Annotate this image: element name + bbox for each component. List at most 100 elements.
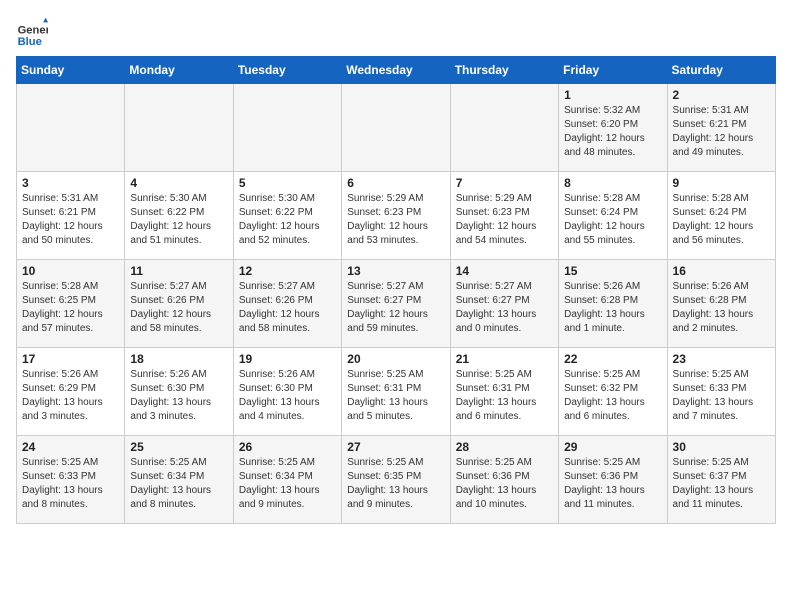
day-number: 15	[564, 264, 661, 278]
day-number: 16	[673, 264, 770, 278]
calendar-cell-w3d1: 18 Sunrise: 5:26 AM Sunset: 6:30 PM Dayli…	[125, 348, 233, 436]
day-number: 27	[347, 440, 444, 454]
calendar-cell-w1d1: 4 Sunrise: 5:30 AM Sunset: 6:22 PM Daylig…	[125, 172, 233, 260]
day-number: 30	[673, 440, 770, 454]
day-info: Sunrise: 5:26 AM Sunset: 6:30 PM Dayligh…	[130, 368, 227, 424]
calendar-cell-w2d1: 11 Sunrise: 5:27 AM Sunset: 6:26 PM Dayli…	[125, 260, 233, 348]
day-number: 20	[347, 352, 444, 366]
day-number: 4	[130, 176, 227, 190]
weekday-header-monday: Monday	[125, 57, 233, 84]
day-number: 14	[456, 264, 553, 278]
weekday-header-saturday: Saturday	[667, 57, 775, 84]
calendar-cell-w1d5: 8 Sunrise: 5:28 AM Sunset: 6:24 PM Daylig…	[559, 172, 667, 260]
calendar-cell-w4d1: 25 Sunrise: 5:25 AM Sunset: 6:34 PM Dayli…	[125, 436, 233, 524]
day-info: Sunrise: 5:25 AM Sunset: 6:37 PM Dayligh…	[673, 456, 770, 512]
day-number: 19	[239, 352, 336, 366]
calendar-cell-w0d1	[125, 84, 233, 172]
calendar-cell-w1d3: 6 Sunrise: 5:29 AM Sunset: 6:23 PM Daylig…	[342, 172, 450, 260]
calendar-cell-w0d2	[233, 84, 341, 172]
day-info: Sunrise: 5:30 AM Sunset: 6:22 PM Dayligh…	[130, 192, 227, 248]
calendar-cell-w3d0: 17 Sunrise: 5:26 AM Sunset: 6:29 PM Dayli…	[17, 348, 125, 436]
calendar-cell-w3d3: 20 Sunrise: 5:25 AM Sunset: 6:31 PM Dayli…	[342, 348, 450, 436]
calendar-cell-w0d4	[450, 84, 558, 172]
calendar-cell-w2d4: 14 Sunrise: 5:27 AM Sunset: 6:27 PM Dayli…	[450, 260, 558, 348]
day-number: 29	[564, 440, 661, 454]
svg-text:General: General	[18, 25, 48, 37]
day-info: Sunrise: 5:25 AM Sunset: 6:34 PM Dayligh…	[130, 456, 227, 512]
day-info: Sunrise: 5:25 AM Sunset: 6:33 PM Dayligh…	[673, 368, 770, 424]
calendar-cell-w1d2: 5 Sunrise: 5:30 AM Sunset: 6:22 PM Daylig…	[233, 172, 341, 260]
day-number: 24	[22, 440, 119, 454]
day-number: 8	[564, 176, 661, 190]
calendar-cell-w2d0: 10Sunrise: 5:28 AM Sunset: 6:25 PM Dayli…	[17, 260, 125, 348]
day-number: 2	[673, 88, 770, 102]
calendar-cell-w4d5: 29 Sunrise: 5:25 AM Sunset: 6:36 PM Dayli…	[559, 436, 667, 524]
calendar-cell-w0d0	[17, 84, 125, 172]
weekday-header-thursday: Thursday	[450, 57, 558, 84]
weekday-header-friday: Friday	[559, 57, 667, 84]
day-number: 3	[22, 176, 119, 190]
day-info: Sunrise: 5:25 AM Sunset: 6:36 PM Dayligh…	[564, 456, 661, 512]
day-info: Sunrise: 5:26 AM Sunset: 6:29 PM Dayligh…	[22, 368, 119, 424]
calendar-cell-w4d0: 24 Sunrise: 5:25 AM Sunset: 6:33 PM Dayli…	[17, 436, 125, 524]
day-number: 22	[564, 352, 661, 366]
header: General Blue	[16, 16, 776, 48]
day-number: 17	[22, 352, 119, 366]
day-info: Sunrise: 5:25 AM Sunset: 6:35 PM Dayligh…	[347, 456, 444, 512]
calendar-cell-w4d3: 27 Sunrise: 5:25 AM Sunset: 6:35 PM Dayli…	[342, 436, 450, 524]
day-info: Sunrise: 5:25 AM Sunset: 6:36 PM Dayligh…	[456, 456, 553, 512]
weekday-header-wednesday: Wednesday	[342, 57, 450, 84]
calendar-cell-w0d3	[342, 84, 450, 172]
calendar-cell-w4d6: 30 Sunrise: 5:25 AM Sunset: 6:37 PM Dayli…	[667, 436, 775, 524]
day-info: Sunrise: 5:27 AM Sunset: 6:27 PM Dayligh…	[347, 280, 444, 336]
day-number: 26	[239, 440, 336, 454]
weekday-header-tuesday: Tuesday	[233, 57, 341, 84]
day-info: Sunrise: 5:27 AM Sunset: 6:26 PM Dayligh…	[239, 280, 336, 336]
svg-text:Blue: Blue	[18, 36, 42, 48]
calendar-cell-w0d6: 2Sunrise: 5:31 AM Sunset: 6:21 PM Daylig…	[667, 84, 775, 172]
day-number: 11	[130, 264, 227, 278]
day-number: 28	[456, 440, 553, 454]
calendar-cell-w3d4: 21Sunrise: 5:25 AM Sunset: 6:31 PM Dayli…	[450, 348, 558, 436]
day-info: Sunrise: 5:26 AM Sunset: 6:28 PM Dayligh…	[673, 280, 770, 336]
day-number: 25	[130, 440, 227, 454]
calendar-table: SundayMondayTuesdayWednesdayThursdayFrid…	[16, 56, 776, 524]
day-info: Sunrise: 5:32 AM Sunset: 6:20 PM Dayligh…	[564, 104, 661, 160]
day-number: 12	[239, 264, 336, 278]
calendar-cell-w2d5: 15Sunrise: 5:26 AM Sunset: 6:28 PM Dayli…	[559, 260, 667, 348]
calendar-cell-w3d2: 19 Sunrise: 5:26 AM Sunset: 6:30 PM Dayli…	[233, 348, 341, 436]
day-number: 7	[456, 176, 553, 190]
day-number: 13	[347, 264, 444, 278]
calendar-cell-w0d5: 1 Sunrise: 5:32 AM Sunset: 6:20 PM Daylig…	[559, 84, 667, 172]
day-number: 6	[347, 176, 444, 190]
day-info: Sunrise: 5:25 AM Sunset: 6:34 PM Dayligh…	[239, 456, 336, 512]
day-info: Sunrise: 5:29 AM Sunset: 6:23 PM Dayligh…	[347, 192, 444, 248]
day-info: Sunrise: 5:28 AM Sunset: 6:24 PM Dayligh…	[673, 192, 770, 248]
day-info: Sunrise: 5:26 AM Sunset: 6:30 PM Dayligh…	[239, 368, 336, 424]
calendar-cell-w1d0: 3 Sunrise: 5:31 AM Sunset: 6:21 PM Daylig…	[17, 172, 125, 260]
day-number: 18	[130, 352, 227, 366]
calendar-cell-w3d6: 23 Sunrise: 5:25 AM Sunset: 6:33 PM Dayli…	[667, 348, 775, 436]
day-info: Sunrise: 5:25 AM Sunset: 6:31 PM Dayligh…	[347, 368, 444, 424]
day-info: Sunrise: 5:25 AM Sunset: 6:32 PM Dayligh…	[564, 368, 661, 424]
day-info: Sunrise: 5:27 AM Sunset: 6:26 PM Dayligh…	[130, 280, 227, 336]
calendar-cell-w4d4: 28 Sunrise: 5:25 AM Sunset: 6:36 PM Dayli…	[450, 436, 558, 524]
day-number: 23	[673, 352, 770, 366]
day-number: 5	[239, 176, 336, 190]
calendar-cell-w1d6: 9 Sunrise: 5:28 AM Sunset: 6:24 PM Daylig…	[667, 172, 775, 260]
day-number: 9	[673, 176, 770, 190]
calendar-cell-w3d5: 22 Sunrise: 5:25 AM Sunset: 6:32 PM Dayli…	[559, 348, 667, 436]
day-info: Sunrise: 5:27 AM Sunset: 6:27 PM Dayligh…	[456, 280, 553, 336]
day-info: Sunrise: 5:30 AM Sunset: 6:22 PM Dayligh…	[239, 192, 336, 248]
day-info: Sunrise: 5:31 AM Sunset: 6:21 PM Dayligh…	[22, 192, 119, 248]
calendar-cell-w4d2: 26 Sunrise: 5:25 AM Sunset: 6:34 PM Dayli…	[233, 436, 341, 524]
day-info: Sunrise: 5:25 AM Sunset: 6:33 PM Dayligh…	[22, 456, 119, 512]
day-info: Sunrise: 5:25 AM Sunset: 6:31 PM Dayligh…	[456, 368, 553, 424]
day-info: Sunrise: 5:28 AM Sunset: 6:24 PM Dayligh…	[564, 192, 661, 248]
logo: General Blue	[16, 16, 52, 48]
calendar-cell-w1d4: 7Sunrise: 5:29 AM Sunset: 6:23 PM Daylig…	[450, 172, 558, 260]
weekday-header-sunday: Sunday	[17, 57, 125, 84]
day-info: Sunrise: 5:28 AM Sunset: 6:25 PM Dayligh…	[22, 280, 119, 336]
calendar-cell-w2d6: 16 Sunrise: 5:26 AM Sunset: 6:28 PM Dayli…	[667, 260, 775, 348]
day-number: 1	[564, 88, 661, 102]
